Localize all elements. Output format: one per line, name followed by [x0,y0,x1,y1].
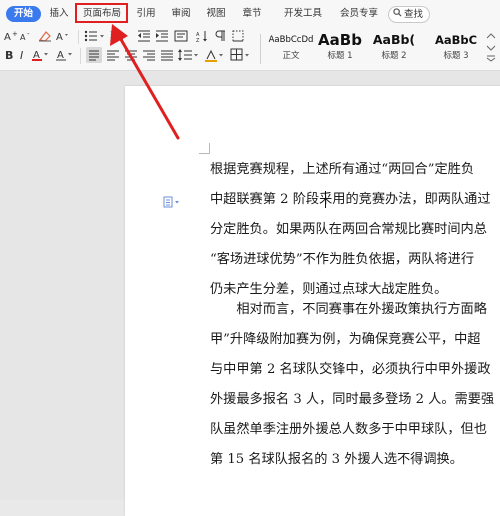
style-heading-2-sample: AaBb( [372,32,416,47]
style-normal-sample: AaBbCcDd [268,35,314,45]
paragraph-line: 根据竞赛规程，上述所有通过“两回合”定胜负 [210,162,475,177]
paragraph-line: 与中甲第 2 名球队交锋中，必须执行中甲外援政 [210,362,491,377]
svg-text:A: A [56,32,63,42]
font-size-decrease-icon[interactable]: A- [20,30,34,42]
annotation-highlight-box [75,3,128,23]
bold-icon[interactable]: B [4,48,16,62]
tab-chapter[interactable]: 章节 [240,6,264,22]
clear-format-icon[interactable] [38,30,52,42]
svg-text:A: A [4,32,11,42]
style-normal[interactable]: AaBbCcDd 正文 [266,30,316,66]
style-heading-1-sample: AaBb [318,31,362,49]
svg-text:B: B [5,49,13,62]
tab-reference[interactable]: 引用 [134,6,158,22]
numbered-list-icon[interactable]: 12 [110,30,124,42]
decrease-indent-icon[interactable] [138,30,150,42]
search-label: 查找 [404,9,424,20]
svg-text:I: I [20,49,23,62]
style-gallery: AaBbCcDd 正文 AaBb 标题 1 AaBb( 标题 2 AaBbC 标… [266,30,492,66]
paragraph-line: 中超联赛第 2 阶段采用的竞赛办法，即两队通过 [210,192,491,207]
paragraph-line: 相对而言，不同赛事在外援政策执行方面略 [210,302,487,317]
align-left-icon[interactable] [106,48,120,62]
page-margin-corner-mark [199,143,210,154]
font-size-increase-icon[interactable]: A + [4,30,20,42]
ribbon-separator [80,48,81,64]
italic-icon[interactable]: I [18,48,28,62]
tab-member[interactable]: 会员专享 [336,6,382,22]
distributed-align-icon[interactable] [160,48,174,62]
svg-text:+: + [12,30,18,38]
tab-view[interactable]: 视图 [204,6,228,22]
line-spacing-icon[interactable] [178,48,200,62]
bullet-list-icon[interactable] [84,30,106,42]
paragraph-line: 分定胜负。如果两队在两回合常规比赛时间内总 [210,222,487,237]
tab-start[interactable]: 开始 [6,6,42,22]
svg-text:A: A [20,33,26,42]
increase-indent-icon[interactable] [156,30,168,42]
font-color-icon[interactable]: A [32,48,52,62]
style-gallery-scroll[interactable] [485,32,497,66]
style-heading-1[interactable]: AaBb 标题 1 [318,30,362,66]
paragraph-layout-icon[interactable] [163,193,181,208]
search-icon [393,7,402,22]
tab-review[interactable]: 审阅 [169,6,193,22]
borders-icon[interactable] [232,30,246,42]
text-effect-icon[interactable]: A [56,30,72,42]
table-borders-icon[interactable] [230,48,252,62]
paragraph-line: 队虽然单季注册外援总人数多于中甲球队，但也 [210,422,487,437]
style-heading-1-name: 标题 1 [327,51,353,61]
align-right-icon[interactable] [142,48,156,62]
paragraph: 相对而言，不同赛事在外援政策执行方面略 甲”升降级附加赛为例，为确保竞赛公平，中… [210,295,500,475]
ribbon-group-divider [260,34,261,64]
text-cursor [325,191,326,208]
paragraph-line: 甲”升降级附加赛为例，为确保竞赛公平，中超 [210,332,481,347]
paragraph: 根据竞赛规程，上述所有通过“两回合”定胜负 中超联赛第 2 阶段采用的竞赛办法，… [210,155,500,305]
show-hide-marks-icon[interactable] [214,30,226,42]
style-heading-3[interactable]: AaBbC 标题 3 [426,30,486,66]
paragraph-line: “客场进球优势”不作为胜负依据，两队将进行 [210,252,475,267]
align-justify-button[interactable] [86,47,102,63]
ribbon-separator [78,30,79,44]
style-normal-name: 正文 [282,51,300,61]
svg-text:2: 2 [110,37,113,42]
svg-text:1: 1 [110,31,113,37]
shading-icon[interactable]: A [56,48,76,62]
paragraph-shading-icon[interactable] [204,48,226,62]
ribbon-tab-bar: 开始 插入 页面布局 引用 审阅 视图 章节 开发工具 会员专享 查找 [0,0,500,26]
ribbon-toolbar: A + A- A 12 AZ B I A A AaBbCcDd 正文 AaBb … [0,26,500,71]
sort-icon[interactable]: AZ [196,30,208,42]
svg-text:-: - [27,30,30,38]
svg-text:Z: Z [196,38,200,42]
search-box[interactable]: 查找 [388,6,431,23]
style-heading-2[interactable]: AaBb( 标题 2 [364,30,424,66]
paragraph-line: 外援最多报名 3 人，同时最多登场 2 人。需要强 [210,392,495,407]
style-heading-3-name: 标题 3 [443,51,469,61]
align-center-icon[interactable] [124,48,138,62]
paragraph-line: 第 15 名球队报名的 3 外援人选不得调换。 [210,452,463,467]
tab-developer-tools[interactable]: 开发工具 [280,6,326,22]
chinese-layout-icon[interactable] [174,30,188,42]
style-heading-3-sample: AaBbC [434,33,478,47]
style-heading-2-name: 标题 2 [381,51,407,61]
tab-insert[interactable]: 插入 [46,6,72,22]
